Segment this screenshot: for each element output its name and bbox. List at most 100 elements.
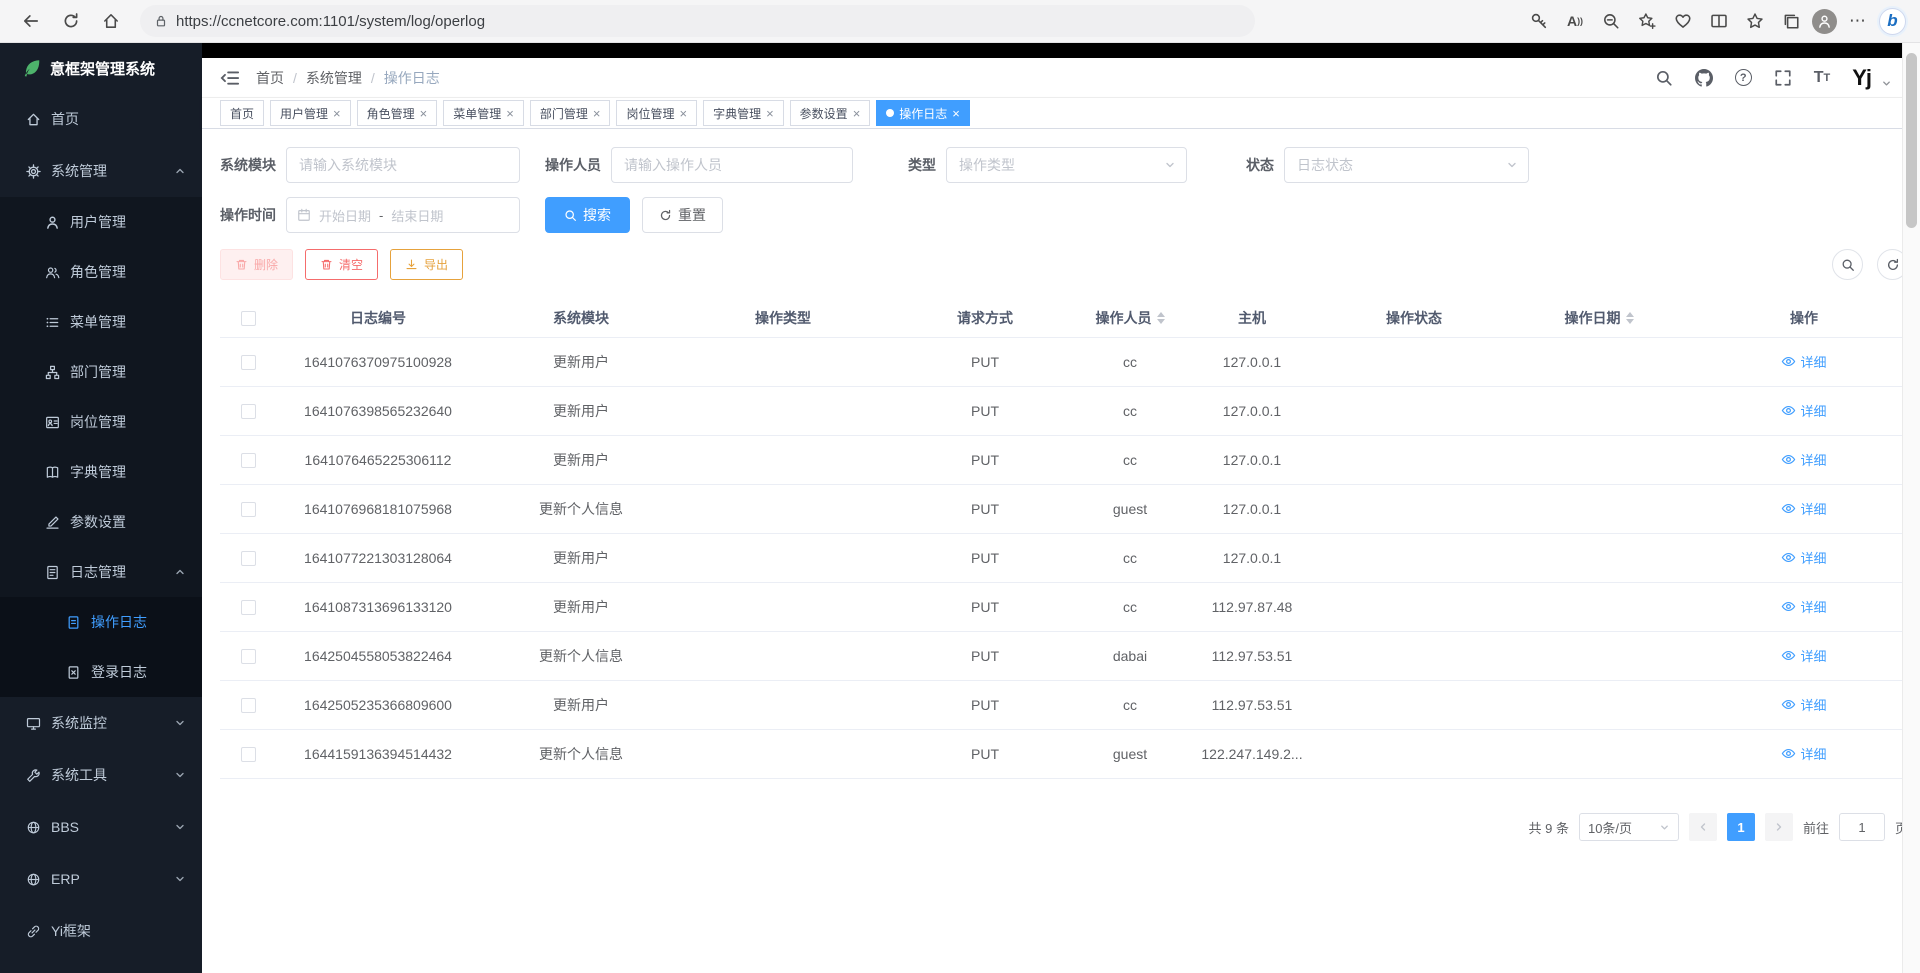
tab-0[interactable]: 首页 bbox=[220, 100, 264, 126]
sidebar-item-4[interactable]: 菜单管理 bbox=[0, 297, 202, 347]
sidebar-item-9[interactable]: 日志管理 bbox=[0, 547, 202, 597]
url-bar[interactable]: https://ccnetcore.com:1101/system/log/op… bbox=[140, 5, 1255, 37]
reload-icon[interactable] bbox=[54, 5, 88, 37]
tab-4[interactable]: 部门管理× bbox=[530, 100, 611, 126]
sidebar-item-3[interactable]: 角色管理 bbox=[0, 247, 202, 297]
detail-link[interactable]: 详细 bbox=[1781, 597, 1826, 616]
tab-7[interactable]: 参数设置× bbox=[790, 100, 871, 126]
select-all-checkbox[interactable] bbox=[241, 311, 256, 326]
page-number-button[interactable]: 1 bbox=[1727, 813, 1755, 841]
detail-link[interactable]: 详细 bbox=[1781, 548, 1826, 567]
back-icon[interactable] bbox=[14, 5, 48, 37]
sidebar-item-15[interactable]: ERP bbox=[0, 853, 202, 905]
operator-input[interactable] bbox=[611, 147, 853, 183]
tab-1[interactable]: 用户管理× bbox=[270, 100, 351, 126]
delete-button[interactable]: 删除 bbox=[220, 249, 293, 280]
tab-6[interactable]: 字典管理× bbox=[703, 100, 784, 126]
sort-carets-icon[interactable] bbox=[1157, 312, 1165, 324]
sidebar-item-10[interactable]: 操作日志 bbox=[0, 597, 202, 647]
detail-link[interactable]: 详细 bbox=[1781, 695, 1826, 714]
row-checkbox[interactable] bbox=[241, 747, 256, 762]
favorites-add-icon[interactable] bbox=[1632, 5, 1662, 37]
font-size-icon[interactable]: TT bbox=[1814, 69, 1831, 87]
column-header-7[interactable]: 操作日期 bbox=[1498, 308, 1700, 328]
clear-button[interactable]: 清空 bbox=[305, 249, 378, 280]
module-input[interactable] bbox=[286, 147, 520, 183]
fullscreen-icon[interactable] bbox=[1774, 69, 1792, 87]
sort-carets-icon[interactable] bbox=[1626, 312, 1634, 324]
column-header-4[interactable]: 操作人员 bbox=[1086, 308, 1174, 328]
tab-8[interactable]: 操作日志× bbox=[876, 100, 970, 126]
reset-button[interactable]: 重置 bbox=[642, 197, 723, 233]
detail-link[interactable]: 详细 bbox=[1781, 450, 1826, 469]
zoom-out-icon[interactable] bbox=[1596, 5, 1626, 37]
close-icon[interactable]: × bbox=[952, 107, 960, 120]
sidebar-item-8[interactable]: 参数设置 bbox=[0, 497, 202, 547]
scrollbar-thumb[interactable] bbox=[1906, 53, 1917, 228]
detail-link[interactable]: 详细 bbox=[1781, 646, 1826, 665]
row-checkbox[interactable] bbox=[241, 453, 256, 468]
row-checkbox[interactable] bbox=[241, 698, 256, 713]
sidebar-item-13[interactable]: 系统工具 bbox=[0, 749, 202, 801]
sidebar-item-6[interactable]: 岗位管理 bbox=[0, 397, 202, 447]
more-menu-icon[interactable]: ⋯ bbox=[1843, 5, 1873, 37]
tab-3[interactable]: 菜单管理× bbox=[443, 100, 524, 126]
collections-icon[interactable] bbox=[1776, 5, 1806, 37]
favorites-icon[interactable] bbox=[1740, 5, 1770, 37]
github-icon[interactable] bbox=[1695, 69, 1713, 87]
sidebar-item-2[interactable]: 用户管理 bbox=[0, 197, 202, 247]
search-button[interactable]: 搜索 bbox=[545, 197, 630, 233]
user-logo[interactable]: Yj bbox=[1852, 65, 1871, 91]
next-page-button[interactable] bbox=[1765, 813, 1793, 841]
browser-home-icon[interactable] bbox=[94, 5, 128, 37]
chevron-down-icon[interactable] bbox=[1881, 78, 1892, 89]
tab-5[interactable]: 岗位管理× bbox=[616, 100, 697, 126]
row-checkbox[interactable] bbox=[241, 502, 256, 517]
header-search-icon[interactable] bbox=[1655, 69, 1673, 87]
close-icon[interactable]: × bbox=[420, 107, 428, 120]
export-button[interactable]: 导出 bbox=[390, 249, 463, 280]
row-checkbox[interactable] bbox=[241, 649, 256, 664]
copilot-icon[interactable]: b bbox=[1879, 8, 1906, 35]
sidebar-item-5[interactable]: 部门管理 bbox=[0, 347, 202, 397]
prev-page-button[interactable] bbox=[1689, 813, 1717, 841]
row-checkbox[interactable] bbox=[241, 551, 256, 566]
close-icon[interactable]: × bbox=[506, 107, 514, 120]
sidebar-item-0[interactable]: 首页 bbox=[0, 93, 202, 145]
row-checkbox[interactable] bbox=[241, 404, 256, 419]
type-select[interactable]: 操作类型 bbox=[946, 147, 1187, 183]
close-icon[interactable]: × bbox=[333, 107, 341, 120]
detail-link[interactable]: 详细 bbox=[1781, 401, 1826, 420]
row-checkbox[interactable] bbox=[241, 600, 256, 615]
split-screen-icon[interactable] bbox=[1704, 5, 1734, 37]
goto-page-input[interactable] bbox=[1839, 813, 1885, 841]
detail-link[interactable]: 详细 bbox=[1781, 744, 1826, 763]
breadcrumb-item-0[interactable]: 首页 bbox=[256, 68, 284, 88]
sidebar-item-1[interactable]: 系统管理 bbox=[0, 145, 202, 197]
sidebar-item-7[interactable]: 字典管理 bbox=[0, 447, 202, 497]
close-icon[interactable]: × bbox=[679, 107, 687, 120]
browser-essentials-icon[interactable] bbox=[1668, 5, 1698, 37]
detail-link[interactable]: 详细 bbox=[1781, 352, 1826, 371]
close-icon[interactable]: × bbox=[853, 107, 861, 120]
read-aloud-icon[interactable]: A)) bbox=[1560, 5, 1590, 37]
toggle-search-button[interactable] bbox=[1832, 249, 1863, 280]
date-range-picker[interactable]: 开始日期 - 结束日期 bbox=[286, 197, 520, 233]
profile-avatar[interactable] bbox=[1812, 9, 1837, 34]
sidebar-item-14[interactable]: BBS bbox=[0, 801, 202, 853]
detail-link[interactable]: 详细 bbox=[1781, 499, 1826, 518]
sidebar-item-16[interactable]: Yi框架 bbox=[0, 905, 202, 957]
password-key-icon[interactable] bbox=[1524, 5, 1554, 37]
close-icon[interactable]: × bbox=[593, 107, 601, 120]
status-select[interactable]: 日志状态 bbox=[1284, 147, 1529, 183]
page-scrollbar[interactable] bbox=[1902, 43, 1920, 973]
breadcrumb-item-1[interactable]: 系统管理 bbox=[306, 68, 362, 88]
tab-2[interactable]: 角色管理× bbox=[357, 100, 438, 126]
help-icon[interactable]: ? bbox=[1735, 69, 1752, 86]
sidebar-item-11[interactable]: 登录日志 bbox=[0, 647, 202, 697]
close-icon[interactable]: × bbox=[766, 107, 774, 120]
sidebar-item-12[interactable]: 系统监控 bbox=[0, 697, 202, 749]
menu-fold-icon[interactable] bbox=[220, 68, 240, 88]
row-checkbox[interactable] bbox=[241, 355, 256, 370]
page-size-select[interactable]: 10条/页 bbox=[1579, 813, 1679, 841]
